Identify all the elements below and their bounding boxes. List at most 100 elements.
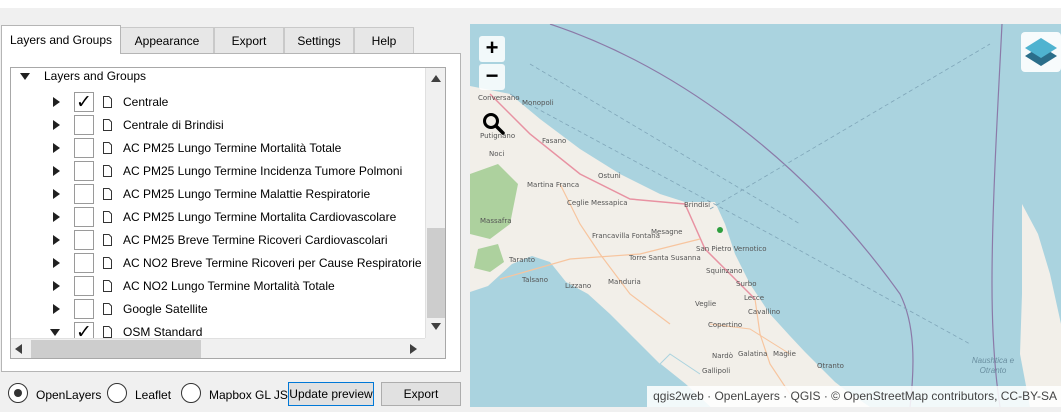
map-preview[interactable]: Conversano Monopoli Putignano Fasano Noc… bbox=[470, 24, 1061, 407]
maritime-boundary bbox=[991, 24, 1003, 407]
document-icon bbox=[103, 326, 112, 338]
tab-layers-and-groups[interactable]: Layers and Groups bbox=[1, 25, 121, 54]
expand-arrow-icon[interactable] bbox=[53, 166, 60, 176]
tab-help[interactable]: Help bbox=[354, 27, 414, 53]
layer-row[interactable]: AC NO2 Breve Termine Ricoveri per Cause … bbox=[11, 252, 425, 275]
layer-visibility-checkbox[interactable] bbox=[74, 276, 94, 296]
checkmark-icon: ✓ bbox=[76, 91, 92, 113]
layer-visibility-checkbox[interactable] bbox=[74, 184, 94, 204]
layer-tree[interactable]: Layers and Groups ✓ Centrale Centrale di B… bbox=[10, 67, 446, 359]
expand-arrow-icon[interactable] bbox=[53, 304, 60, 314]
town-label: Copertino bbox=[708, 321, 743, 329]
scroll-up-icon[interactable] bbox=[431, 75, 441, 82]
town-label: Squinzano bbox=[706, 267, 743, 275]
zoom-out-button[interactable]: − bbox=[479, 64, 505, 90]
scroll-corner bbox=[425, 338, 445, 358]
radio-label-leaflet: Leaflet bbox=[135, 388, 172, 402]
town-label: Lecce bbox=[744, 294, 765, 302]
town-label: Brindisi bbox=[684, 201, 711, 209]
document-icon bbox=[103, 211, 112, 223]
town-label: Noci bbox=[489, 150, 505, 158]
town-label: Monopoli bbox=[522, 99, 554, 107]
expand-arrow-icon[interactable] bbox=[53, 281, 60, 291]
layer-stack-icon[interactable] bbox=[1021, 32, 1061, 72]
vertical-scroll-thumb[interactable] bbox=[427, 228, 445, 318]
document-icon bbox=[103, 188, 112, 200]
document-icon bbox=[103, 257, 112, 269]
map-attribution[interactable]: qgis2web · OpenLayers · QGIS · © OpenStr… bbox=[647, 386, 1061, 407]
layer-visibility-checkbox[interactable] bbox=[74, 161, 94, 181]
scroll-right-icon[interactable] bbox=[410, 344, 417, 354]
layer-label: AC PM25 Lungo Termine Malattie Respirato… bbox=[123, 187, 371, 201]
layer-row[interactable]: AC PM25 Lungo Termine Malattie Respirato… bbox=[11, 183, 425, 206]
tab-appearance[interactable]: Appearance bbox=[120, 27, 214, 53]
town-label: Surbo bbox=[736, 280, 757, 288]
town-label: Massafra bbox=[480, 217, 512, 225]
town-label: Martina Franca bbox=[527, 181, 580, 189]
expand-arrow-icon[interactable] bbox=[53, 258, 60, 268]
expand-arrow-icon[interactable] bbox=[53, 97, 60, 107]
town-label: Galatina bbox=[738, 350, 768, 358]
document-icon bbox=[103, 303, 112, 315]
expand-arrow-icon[interactable] bbox=[53, 235, 60, 245]
magnifier-icon[interactable] bbox=[482, 112, 506, 136]
layer-row[interactable]: Google Satellite bbox=[11, 298, 425, 321]
radio-openlayers[interactable] bbox=[8, 383, 28, 403]
centrale-marker bbox=[717, 227, 723, 233]
layer-visibility-checkbox[interactable]: ✓ bbox=[74, 92, 94, 112]
layer-row[interactable]: Centrale di Brindisi bbox=[11, 114, 425, 137]
update-preview-button[interactable]: Update preview bbox=[288, 382, 374, 406]
layer-label: AC PM25 Lungo Termine Mortalità Totale bbox=[123, 141, 342, 155]
layer-label: AC PM25 Lungo Termine Mortalita Cardiova… bbox=[123, 210, 397, 224]
tab-settings[interactable]: Settings bbox=[284, 27, 354, 53]
tab-export[interactable]: Export bbox=[214, 27, 284, 53]
town-label: Mesagne bbox=[651, 228, 683, 236]
layer-visibility-checkbox[interactable] bbox=[74, 115, 94, 135]
town-label: Veglie bbox=[695, 300, 717, 308]
layer-row[interactable]: AC NO2 Lungo Termine Mortalità Totale bbox=[11, 275, 425, 298]
layer-label: Centrale di Brindisi bbox=[123, 118, 224, 132]
export-button[interactable]: Export bbox=[381, 382, 461, 406]
radio-leaflet[interactable] bbox=[107, 383, 127, 403]
town-label: Fasano bbox=[542, 137, 567, 145]
horizontal-scroll-thumb[interactable] bbox=[31, 340, 201, 358]
expand-arrow-icon[interactable] bbox=[53, 189, 60, 199]
scroll-left-icon[interactable] bbox=[15, 344, 22, 354]
layer-visibility-checkbox[interactable] bbox=[74, 230, 94, 250]
tree-root-row[interactable]: Layers and Groups bbox=[11, 68, 425, 91]
zoom-in-button[interactable]: + bbox=[479, 36, 505, 62]
scroll-down-icon[interactable] bbox=[431, 323, 441, 330]
layer-visibility-checkbox[interactable] bbox=[74, 207, 94, 227]
town-label: Manduria bbox=[608, 278, 641, 286]
town-label: Francavilla Fontana bbox=[592, 232, 661, 240]
layer-visibility-checkbox[interactable] bbox=[74, 253, 94, 273]
document-icon bbox=[103, 142, 112, 154]
town-label: San Pietro Vernotico bbox=[696, 245, 767, 253]
layer-row[interactable]: AC PM25 Lungo Termine Mortalità Totale bbox=[11, 137, 425, 160]
radio-mapbox-gl-js[interactable] bbox=[181, 383, 201, 403]
layer-label: AC NO2 Breve Termine Ricoveri per Cause … bbox=[123, 256, 422, 270]
layer-row[interactable]: AC PM25 Breve Termine Ricoveri Cardiovas… bbox=[11, 229, 425, 252]
document-icon bbox=[103, 234, 112, 246]
expand-arrow-icon[interactable] bbox=[53, 120, 60, 130]
vertical-scrollbar[interactable] bbox=[425, 68, 445, 338]
layer-label: Centrale bbox=[123, 95, 169, 109]
radio-label-openlayers: OpenLayers bbox=[36, 388, 102, 402]
expand-arrow-icon[interactable] bbox=[53, 212, 60, 222]
layer-visibility-checkbox[interactable] bbox=[74, 138, 94, 158]
horizontal-scrollbar[interactable] bbox=[11, 338, 425, 358]
layer-row[interactable]: ✓ Centrale bbox=[11, 91, 425, 114]
layer-visibility-checkbox[interactable] bbox=[74, 299, 94, 319]
town-label: Taranto bbox=[509, 256, 536, 264]
collapse-arrow-icon[interactable] bbox=[20, 73, 30, 80]
expand-arrow-icon[interactable] bbox=[53, 143, 60, 153]
layer-row[interactable]: AC PM25 Lungo Termine Incidenza Tumore P… bbox=[11, 160, 425, 183]
layer-row[interactable]: AC PM25 Lungo Termine Mortalita Cardiova… bbox=[11, 206, 425, 229]
top-strip bbox=[0, 0, 1061, 8]
collapse-arrow-icon[interactable] bbox=[50, 329, 60, 336]
radio-label-mapbox-gl-js: Mapbox GL JS bbox=[209, 388, 288, 402]
document-icon bbox=[103, 96, 112, 108]
layer-label: AC PM25 Breve Termine Ricoveri Cardiovas… bbox=[123, 233, 388, 247]
sea-label: Naushtica e Otranto bbox=[971, 356, 1015, 375]
town-label: Otranto bbox=[817, 362, 844, 370]
